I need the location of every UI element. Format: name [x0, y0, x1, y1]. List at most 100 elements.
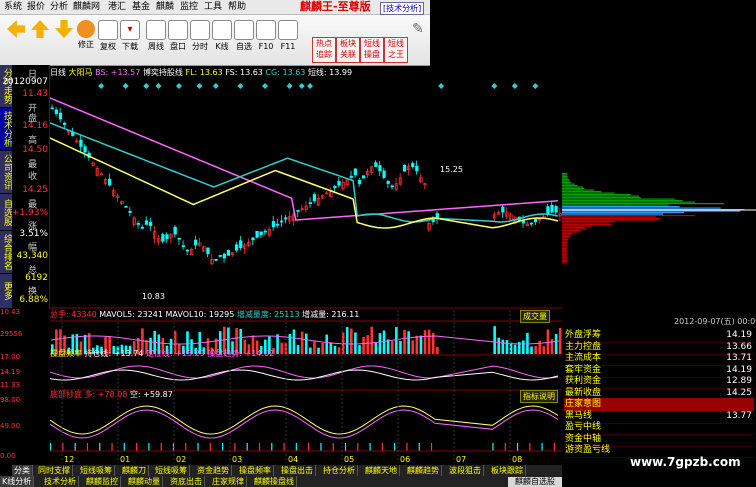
- sector-link-button[interactable]: 板块 关联: [336, 37, 360, 63]
- candle-body: [378, 165, 382, 172]
- menu-ganghui[interactable]: 港汇: [108, 1, 126, 13]
- bottom-tab-6[interactable]: 麒麟操盘线: [252, 476, 297, 487]
- f11-button[interactable]: F11: [276, 18, 300, 62]
- short-trade-button[interactable]: 短线 操盘: [360, 37, 384, 63]
- candle-body: [124, 205, 128, 208]
- menu-help[interactable]: 帮助: [228, 1, 246, 13]
- short-king-button[interactable]: 短线 之王: [384, 37, 408, 63]
- tab-tech-analysis[interactable]: 技术分析: [0, 108, 12, 151]
- chip-bar: [562, 222, 610, 224]
- volume-bar: [276, 334, 279, 354]
- oscillator-bar: [50, 443, 52, 451]
- qilin-watchlist-button[interactable]: 麒麟自选股: [508, 477, 562, 487]
- bottom-tab-9[interactable]: 麒麟天地: [363, 465, 400, 476]
- back-button[interactable]: [4, 18, 28, 62]
- signal-diamond: [237, 83, 244, 89]
- info-close: 14.25: [22, 185, 48, 195]
- position-line: [50, 369, 559, 381]
- freq-trend: 操盘趋势: +14.02: [207, 349, 275, 358]
- volume-button[interactable]: 成交量: [520, 310, 550, 323]
- chart-indicator[interactable]: 大阳马: [69, 68, 93, 77]
- tab-more[interactable]: 更多: [0, 274, 12, 309]
- chip-bar: [562, 185, 578, 187]
- signal-diamond: [286, 83, 293, 89]
- menu-qilin[interactable]: 麒麟: [156, 1, 174, 13]
- chart-fl: FL: 13.63: [185, 68, 223, 77]
- bottom-tab-2[interactable]: 麒麟监控: [84, 476, 121, 487]
- chip-bar: [562, 216, 656, 218]
- bottom-tab-10[interactable]: 麒麟趋势: [405, 465, 442, 476]
- signal-diamond: [155, 83, 162, 89]
- candle-body: [185, 249, 190, 252]
- chip-bar: [562, 252, 568, 254]
- bottom-tab-0[interactable]: K线分析: [0, 476, 35, 487]
- bottom-tab-11[interactable]: 波段狙击: [447, 465, 484, 476]
- bottom-tab-5[interactable]: 庄家规律: [210, 476, 247, 487]
- ma-pink-line: [50, 97, 558, 221]
- settings-button[interactable]: ✎: [408, 18, 428, 62]
- tab-company-info[interactable]: 公司资讯: [0, 151, 12, 194]
- freq-header: 操盘频率 持仓线: +13.74 定位线: +13.29 操盘趋势: +14.0…: [50, 348, 274, 359]
- kline-button[interactable]: K线: [210, 18, 234, 62]
- candle-body: [312, 194, 317, 202]
- bottom-tab-5[interactable]: 资金趋势: [195, 465, 232, 476]
- bottom-tab-4[interactable]: 短线吸筹: [153, 465, 190, 476]
- info-date: 20120907: [2, 77, 48, 87]
- bottom-tab-12[interactable]: 板块跟踪: [489, 465, 526, 476]
- restore-rights-button[interactable]: 复权: [96, 18, 120, 62]
- vol-chip: 增减量度: 25113: [236, 310, 300, 319]
- handicap-button[interactable]: 盘口: [166, 18, 190, 62]
- menu-monitor[interactable]: 监控: [180, 1, 198, 13]
- chip-bar: [562, 177, 569, 179]
- volume-bar: [513, 344, 517, 354]
- candle-body: [107, 178, 112, 186]
- up-button[interactable]: [28, 18, 52, 62]
- oscillator-bar: [86, 443, 89, 451]
- chip-bar: [562, 207, 721, 209]
- chip-bar: [562, 245, 568, 247]
- candle-body: [296, 210, 300, 212]
- chart-cg: CG: 13.63: [265, 68, 306, 77]
- oscillator-bars: [50, 443, 556, 451]
- tab-watchlist[interactable]: 自选股: [0, 194, 12, 231]
- signal-diamond: [532, 83, 539, 89]
- bottom-tab-1[interactable]: 技术分析: [42, 476, 79, 487]
- watchlist-button[interactable]: 自选: [232, 18, 256, 62]
- f10-button[interactable]: F10: [254, 18, 278, 62]
- oscillator-bar: [553, 443, 556, 451]
- volume-bar: [358, 345, 361, 354]
- menu-tools[interactable]: 工具: [204, 1, 222, 13]
- fix-button[interactable]: 修正: [74, 18, 98, 62]
- candle-body: [144, 220, 149, 225]
- bottom-tab-0[interactable]: 分类: [12, 465, 33, 476]
- chart-bs: BS: +13.57: [95, 68, 141, 77]
- hot-tracking-button[interactable]: 热点 追踪: [312, 37, 336, 63]
- bottom-tab-1[interactable]: 同时支撑: [36, 465, 73, 476]
- download-button[interactable]: ▾ 下载: [118, 18, 142, 62]
- bottom-tab-4[interactable]: 资底出击: [168, 476, 205, 487]
- candle-body: [271, 221, 276, 228]
- bottom-tab-6[interactable]: 操盘频率: [237, 465, 274, 476]
- bottom-tab-2[interactable]: 短线吸筹: [78, 465, 115, 476]
- volume-bar: [554, 334, 558, 354]
- chip-bar: [562, 183, 575, 185]
- signal-diamond: [511, 83, 518, 89]
- menu-fund[interactable]: 基金: [132, 1, 150, 13]
- menu-system[interactable]: 系统: [4, 1, 22, 13]
- menu-analysis[interactable]: 分析: [50, 1, 68, 13]
- down-button[interactable]: [52, 18, 76, 62]
- menu-qilin-net[interactable]: 麒麟网: [73, 1, 100, 13]
- timeshare-button[interactable]: 分时: [188, 18, 212, 62]
- indicator-help-button[interactable]: 指标说明: [520, 390, 558, 403]
- chip-bar: [562, 179, 570, 181]
- menu-quote[interactable]: 报价: [27, 1, 45, 13]
- bottom-tab-3[interactable]: 麒麟刀: [120, 465, 149, 476]
- bottom-tab-7[interactable]: 操盘出击: [279, 465, 316, 476]
- volume-bar: [362, 336, 365, 354]
- chart-canvas[interactable]: 15.25 10.83 12010203040506070809: [50, 78, 562, 465]
- bottom-tab-3[interactable]: 麒麟动量: [126, 476, 163, 487]
- tab-ranking[interactable]: 综合排名: [0, 231, 12, 274]
- weekly-button[interactable]: 周线: [144, 18, 168, 62]
- bottom-tab-8[interactable]: 持仓分析: [321, 465, 358, 476]
- bottom-oscillator-panel: [50, 405, 562, 452]
